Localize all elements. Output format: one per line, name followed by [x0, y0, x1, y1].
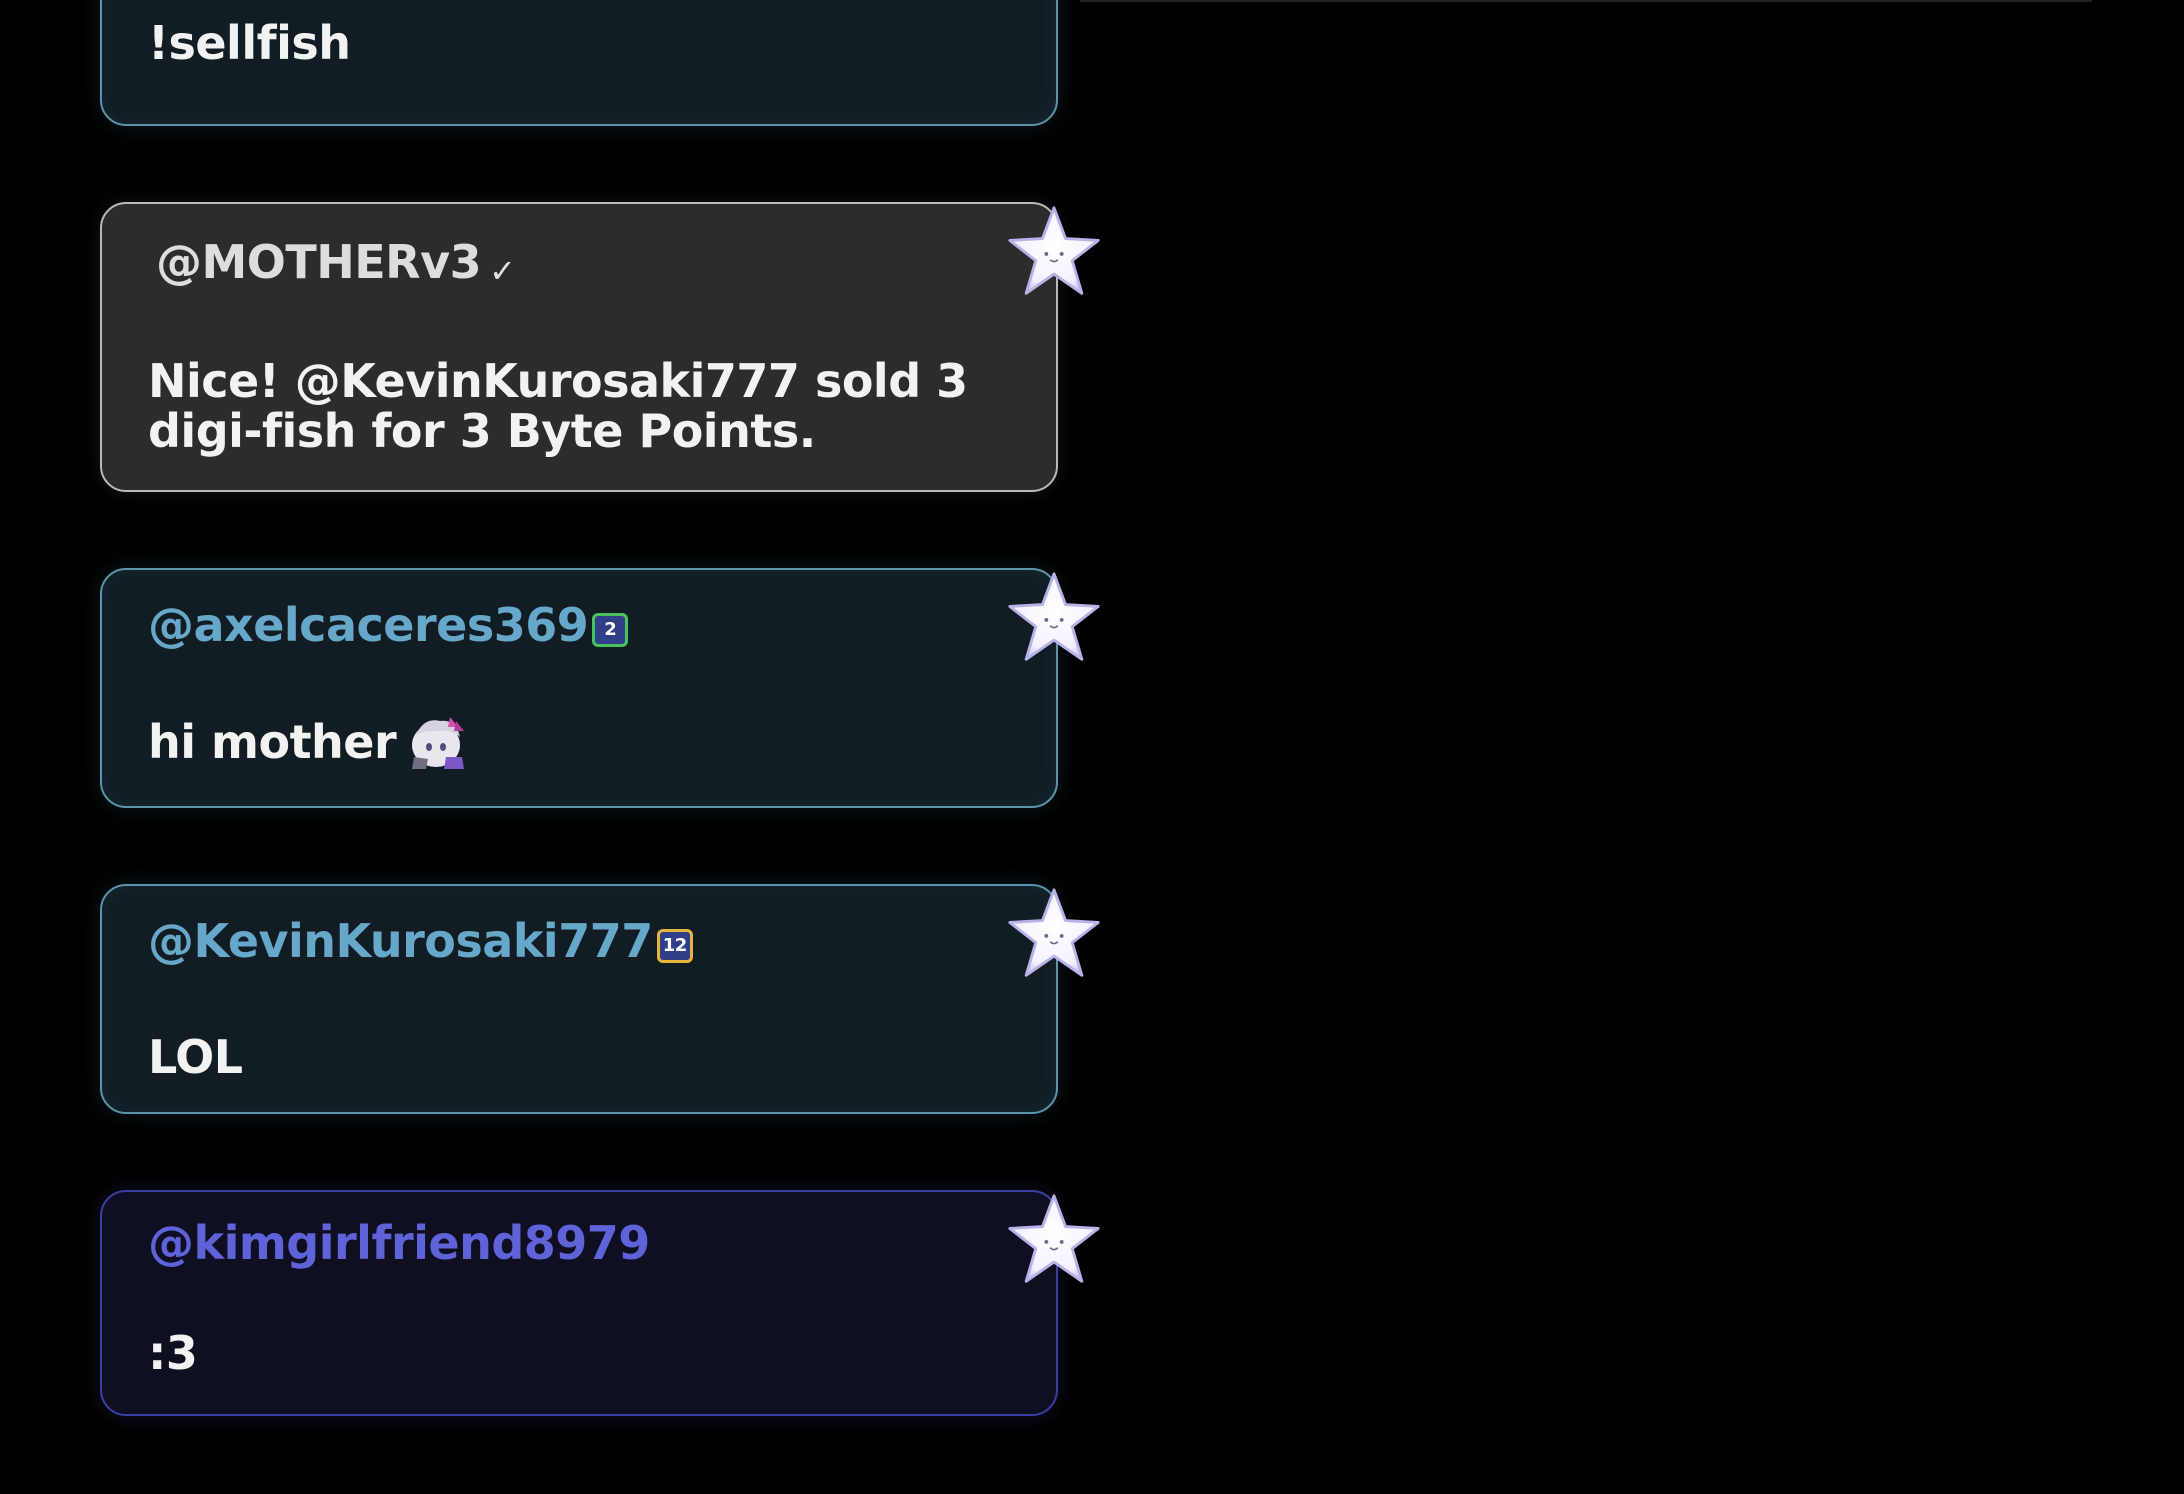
star-icon[interactable] — [1006, 1192, 1102, 1288]
star-icon[interactable] — [1006, 204, 1102, 300]
star-icon[interactable] — [1006, 886, 1102, 982]
message-text: !sellfish — [148, 16, 351, 70]
badge-label: 12 — [662, 935, 688, 956]
anime-girl-emote-icon — [412, 717, 465, 769]
message-author[interactable]: @KevinKurosaki777 12 — [148, 914, 693, 968]
chat-message[interactable]: !sellfish — [100, 0, 1058, 126]
message-author[interactable]: @axelcaceres369 2 — [148, 598, 629, 652]
message-text: :3 — [148, 1326, 198, 1380]
message-author[interactable]: @kimgirlfriend8979 — [148, 1216, 650, 1270]
chat-panel: !sellfish @MOTHERv3 ✓ Nice! @KevinKurosa… — [0, 0, 2184, 1494]
message-body: hi mother — [148, 713, 996, 771]
username[interactable]: @axelcaceres369 — [148, 598, 589, 652]
message-author[interactable]: @MOTHERv3 ✓ — [156, 234, 516, 290]
chat-message[interactable]: @axelcaceres369 2 hi mother — [100, 568, 1100, 808]
checkmark-icon: ✓ — [489, 252, 516, 290]
badge-label: 2 — [604, 619, 617, 640]
chat-message[interactable]: @KevinKurosaki777 12 LOL — [100, 884, 1100, 1114]
divider — [1080, 0, 2092, 2]
username[interactable]: @MOTHERv3 — [156, 235, 482, 289]
subscriber-badge-icon: 12 — [656, 929, 693, 963]
star-icon[interactable] — [1006, 570, 1102, 666]
message-text: Nice! @KevinKurosaki777 sold 3 digi-fish… — [148, 354, 968, 458]
message-text: hi mother — [148, 715, 397, 769]
username[interactable]: @kimgirlfriend8979 — [148, 1216, 650, 1270]
chat-message[interactable]: @MOTHERv3 ✓ Nice! @KevinKurosaki777 sold… — [100, 202, 1100, 492]
chat-message[interactable]: @kimgirlfriend8979 :3 — [100, 1190, 1100, 1416]
message-text: LOL — [148, 1030, 243, 1084]
username[interactable]: @KevinKurosaki777 — [148, 914, 653, 968]
subscriber-badge-icon: 2 — [592, 613, 629, 647]
